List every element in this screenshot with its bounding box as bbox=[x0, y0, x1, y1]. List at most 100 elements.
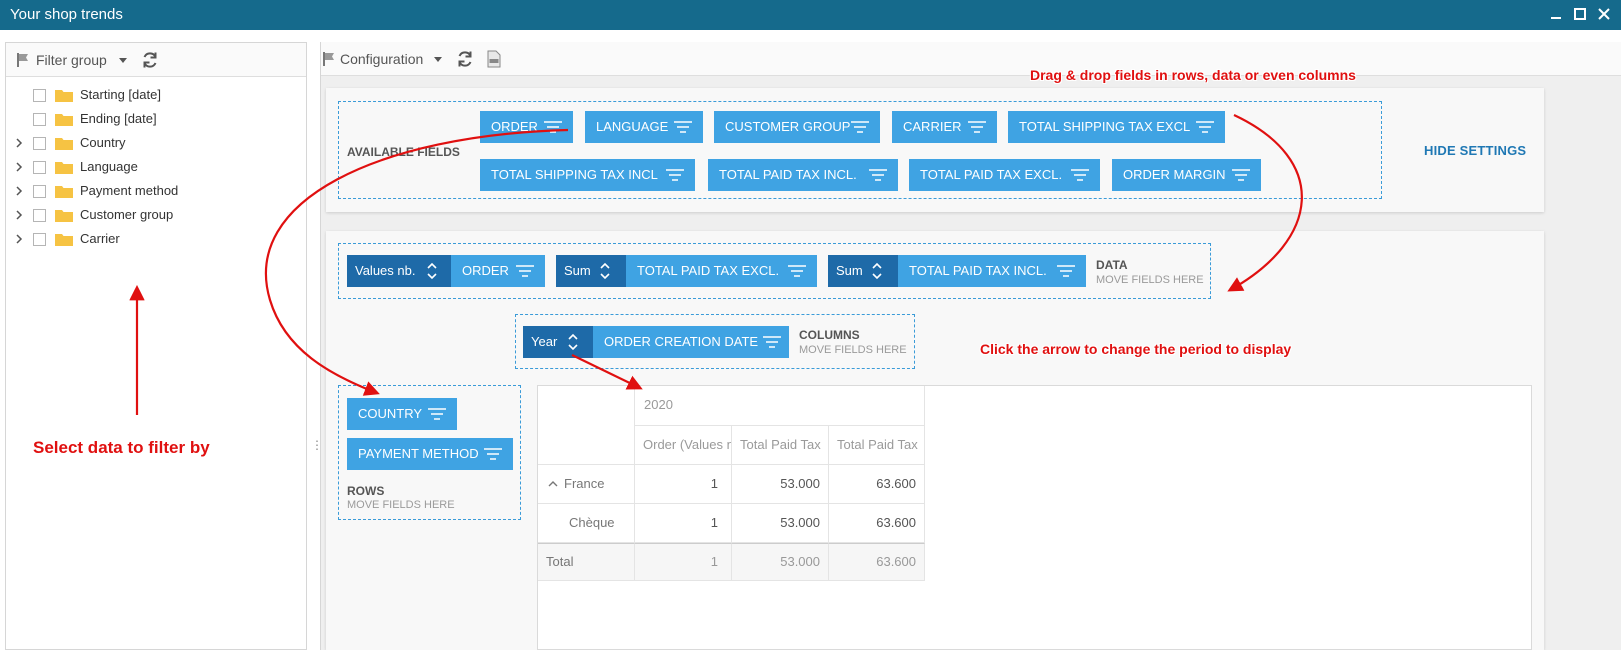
filter-icon[interactable] bbox=[787, 264, 807, 278]
configuration-toolbar: Configuration bbox=[321, 42, 1621, 76]
tree-item-carrier[interactable]: Carrier bbox=[6, 227, 296, 251]
checkbox[interactable] bbox=[33, 137, 46, 150]
checkbox[interactable] bbox=[33, 161, 46, 174]
row-header-france[interactable]: France bbox=[538, 465, 635, 504]
flag-icon[interactable] bbox=[321, 51, 337, 67]
grid-cell: 53.000 bbox=[732, 465, 829, 504]
up-down-arrow-icon[interactable] bbox=[427, 261, 437, 281]
rows-area-label: ROWS bbox=[347, 484, 385, 498]
filter-toolbar: Filter group bbox=[6, 43, 306, 77]
tree-item-ending-date[interactable]: Ending [date] bbox=[6, 107, 296, 131]
checkbox[interactable] bbox=[33, 209, 46, 222]
filter-icon[interactable] bbox=[515, 264, 535, 278]
column-field-order-creation-date[interactable]: Year ORDER CREATION DATE bbox=[523, 326, 789, 358]
folder-icon bbox=[55, 114, 73, 126]
close-icon[interactable] bbox=[1595, 5, 1613, 23]
available-fields-label: AVAILABLE FIELDS bbox=[347, 145, 460, 159]
folder-icon bbox=[55, 234, 73, 246]
filter-icon[interactable] bbox=[850, 120, 870, 134]
pivot-grid: 2020 Order (Values nb.) Total Paid Tax T… bbox=[537, 385, 1532, 650]
refresh-icon[interactable] bbox=[140, 50, 160, 70]
tree-item-label: Carrier bbox=[80, 231, 120, 246]
row-header-cheque[interactable]: Chèque bbox=[538, 504, 635, 543]
filter-icon[interactable] bbox=[967, 120, 987, 134]
filter-icon[interactable] bbox=[762, 335, 782, 349]
column-header[interactable]: Total Paid Tax bbox=[732, 426, 829, 465]
grid-cell: 63.600 bbox=[829, 465, 925, 504]
column-header-year[interactable]: 2020 bbox=[635, 386, 925, 426]
caret-down-icon[interactable] bbox=[119, 58, 127, 64]
tree-item-starting-date[interactable]: Starting [date] bbox=[6, 83, 296, 107]
chevron-right-icon[interactable] bbox=[15, 138, 23, 148]
checkbox[interactable] bbox=[33, 113, 46, 126]
chevron-right-icon[interactable] bbox=[15, 162, 23, 172]
grid-cell: 1 bbox=[635, 543, 732, 581]
period-selector[interactable]: Year bbox=[523, 326, 593, 358]
grid-cell: 1 bbox=[635, 465, 732, 504]
filter-icon[interactable] bbox=[543, 120, 563, 134]
row-field-country[interactable]: COUNTRY bbox=[347, 398, 457, 430]
tree-item-customer-group[interactable]: Customer group bbox=[6, 203, 296, 227]
tree-item-payment-method[interactable]: Payment method bbox=[6, 179, 296, 203]
filter-icon[interactable] bbox=[673, 120, 693, 134]
rows-area-hint: MOVE FIELDS HERE bbox=[347, 499, 455, 511]
maximize-icon[interactable] bbox=[1571, 5, 1589, 23]
tree-item-label: Starting [date] bbox=[80, 87, 161, 102]
chevron-up-icon[interactable] bbox=[548, 480, 558, 488]
up-down-arrow-icon[interactable] bbox=[600, 261, 610, 281]
refresh-icon[interactable] bbox=[455, 49, 475, 69]
filter-panel: Filter group Starting [date] Ending [dat… bbox=[5, 42, 307, 650]
filter-group-label[interactable]: Filter group bbox=[36, 52, 107, 68]
flag-icon[interactable] bbox=[15, 52, 31, 68]
data-field-total-paid-tax-excl[interactable]: Sum TOTAL PAID TAX EXCL. bbox=[556, 255, 817, 287]
grid-cell: 63.600 bbox=[829, 543, 925, 581]
chevron-right-icon[interactable] bbox=[15, 234, 23, 244]
filter-icon[interactable] bbox=[665, 168, 685, 182]
aggregate-selector[interactable]: Sum bbox=[828, 255, 898, 287]
checkbox[interactable] bbox=[33, 233, 46, 246]
field-language[interactable]: LANGUAGE bbox=[585, 111, 703, 143]
minimize-icon[interactable] bbox=[1547, 5, 1565, 23]
folder-icon bbox=[55, 210, 73, 222]
tree-item-country[interactable]: Country bbox=[6, 131, 296, 155]
field-order[interactable]: ORDER bbox=[480, 111, 573, 143]
field-order-margin[interactable]: ORDER MARGIN bbox=[1112, 159, 1261, 191]
filter-icon[interactable] bbox=[1195, 120, 1215, 134]
chevron-right-icon[interactable] bbox=[15, 210, 23, 220]
field-customer-group[interactable]: CUSTOMER GROUP bbox=[714, 111, 880, 143]
column-header[interactable]: Total Paid Tax bbox=[829, 426, 925, 465]
hide-settings-link[interactable]: HIDE SETTINGS bbox=[1424, 143, 1526, 158]
field-total-shipping-tax-excl[interactable]: TOTAL SHIPPING TAX EXCL bbox=[1008, 111, 1225, 143]
filter-icon[interactable] bbox=[1056, 264, 1076, 278]
checkbox[interactable] bbox=[33, 89, 46, 102]
grid-cell: 53.000 bbox=[732, 504, 829, 543]
column-header[interactable]: Order (Values nb.) bbox=[635, 426, 732, 465]
window-title: Your shop trends bbox=[10, 6, 123, 23]
data-field-order[interactable]: Values nb. ORDER bbox=[347, 255, 545, 287]
row-field-payment-method[interactable]: PAYMENT METHOD bbox=[347, 438, 513, 470]
csv-export-icon[interactable] bbox=[487, 50, 501, 68]
aggregate-selector[interactable]: Sum bbox=[556, 255, 626, 287]
folder-icon bbox=[55, 138, 73, 150]
configuration-label[interactable]: Configuration bbox=[340, 51, 423, 67]
caret-down-icon[interactable] bbox=[434, 57, 442, 63]
filter-icon[interactable] bbox=[868, 168, 888, 182]
filter-icon[interactable] bbox=[1231, 168, 1251, 182]
field-total-paid-tax-excl[interactable]: TOTAL PAID TAX EXCL. bbox=[909, 159, 1100, 191]
tree-item-language[interactable]: Language bbox=[6, 155, 296, 179]
field-total-paid-tax-incl[interactable]: TOTAL PAID TAX INCL. bbox=[708, 159, 898, 191]
filter-icon[interactable] bbox=[483, 447, 503, 461]
up-down-arrow-icon[interactable] bbox=[872, 261, 882, 281]
field-total-shipping-tax-incl[interactable]: TOTAL SHIPPING TAX INCL bbox=[480, 159, 695, 191]
field-carrier[interactable]: CARRIER bbox=[892, 111, 997, 143]
row-header-total: Total bbox=[538, 543, 635, 581]
tree-item-label: Country bbox=[80, 135, 126, 150]
data-field-total-paid-tax-incl[interactable]: Sum TOTAL PAID TAX INCL. bbox=[828, 255, 1086, 287]
aggregate-selector[interactable]: Values nb. bbox=[347, 255, 451, 287]
chevron-right-icon[interactable] bbox=[15, 186, 23, 196]
filter-icon[interactable] bbox=[427, 407, 447, 421]
up-down-arrow-icon[interactable] bbox=[568, 332, 578, 352]
filter-icon[interactable] bbox=[1070, 168, 1090, 182]
grid-cell: 63.600 bbox=[829, 504, 925, 543]
checkbox[interactable] bbox=[33, 185, 46, 198]
